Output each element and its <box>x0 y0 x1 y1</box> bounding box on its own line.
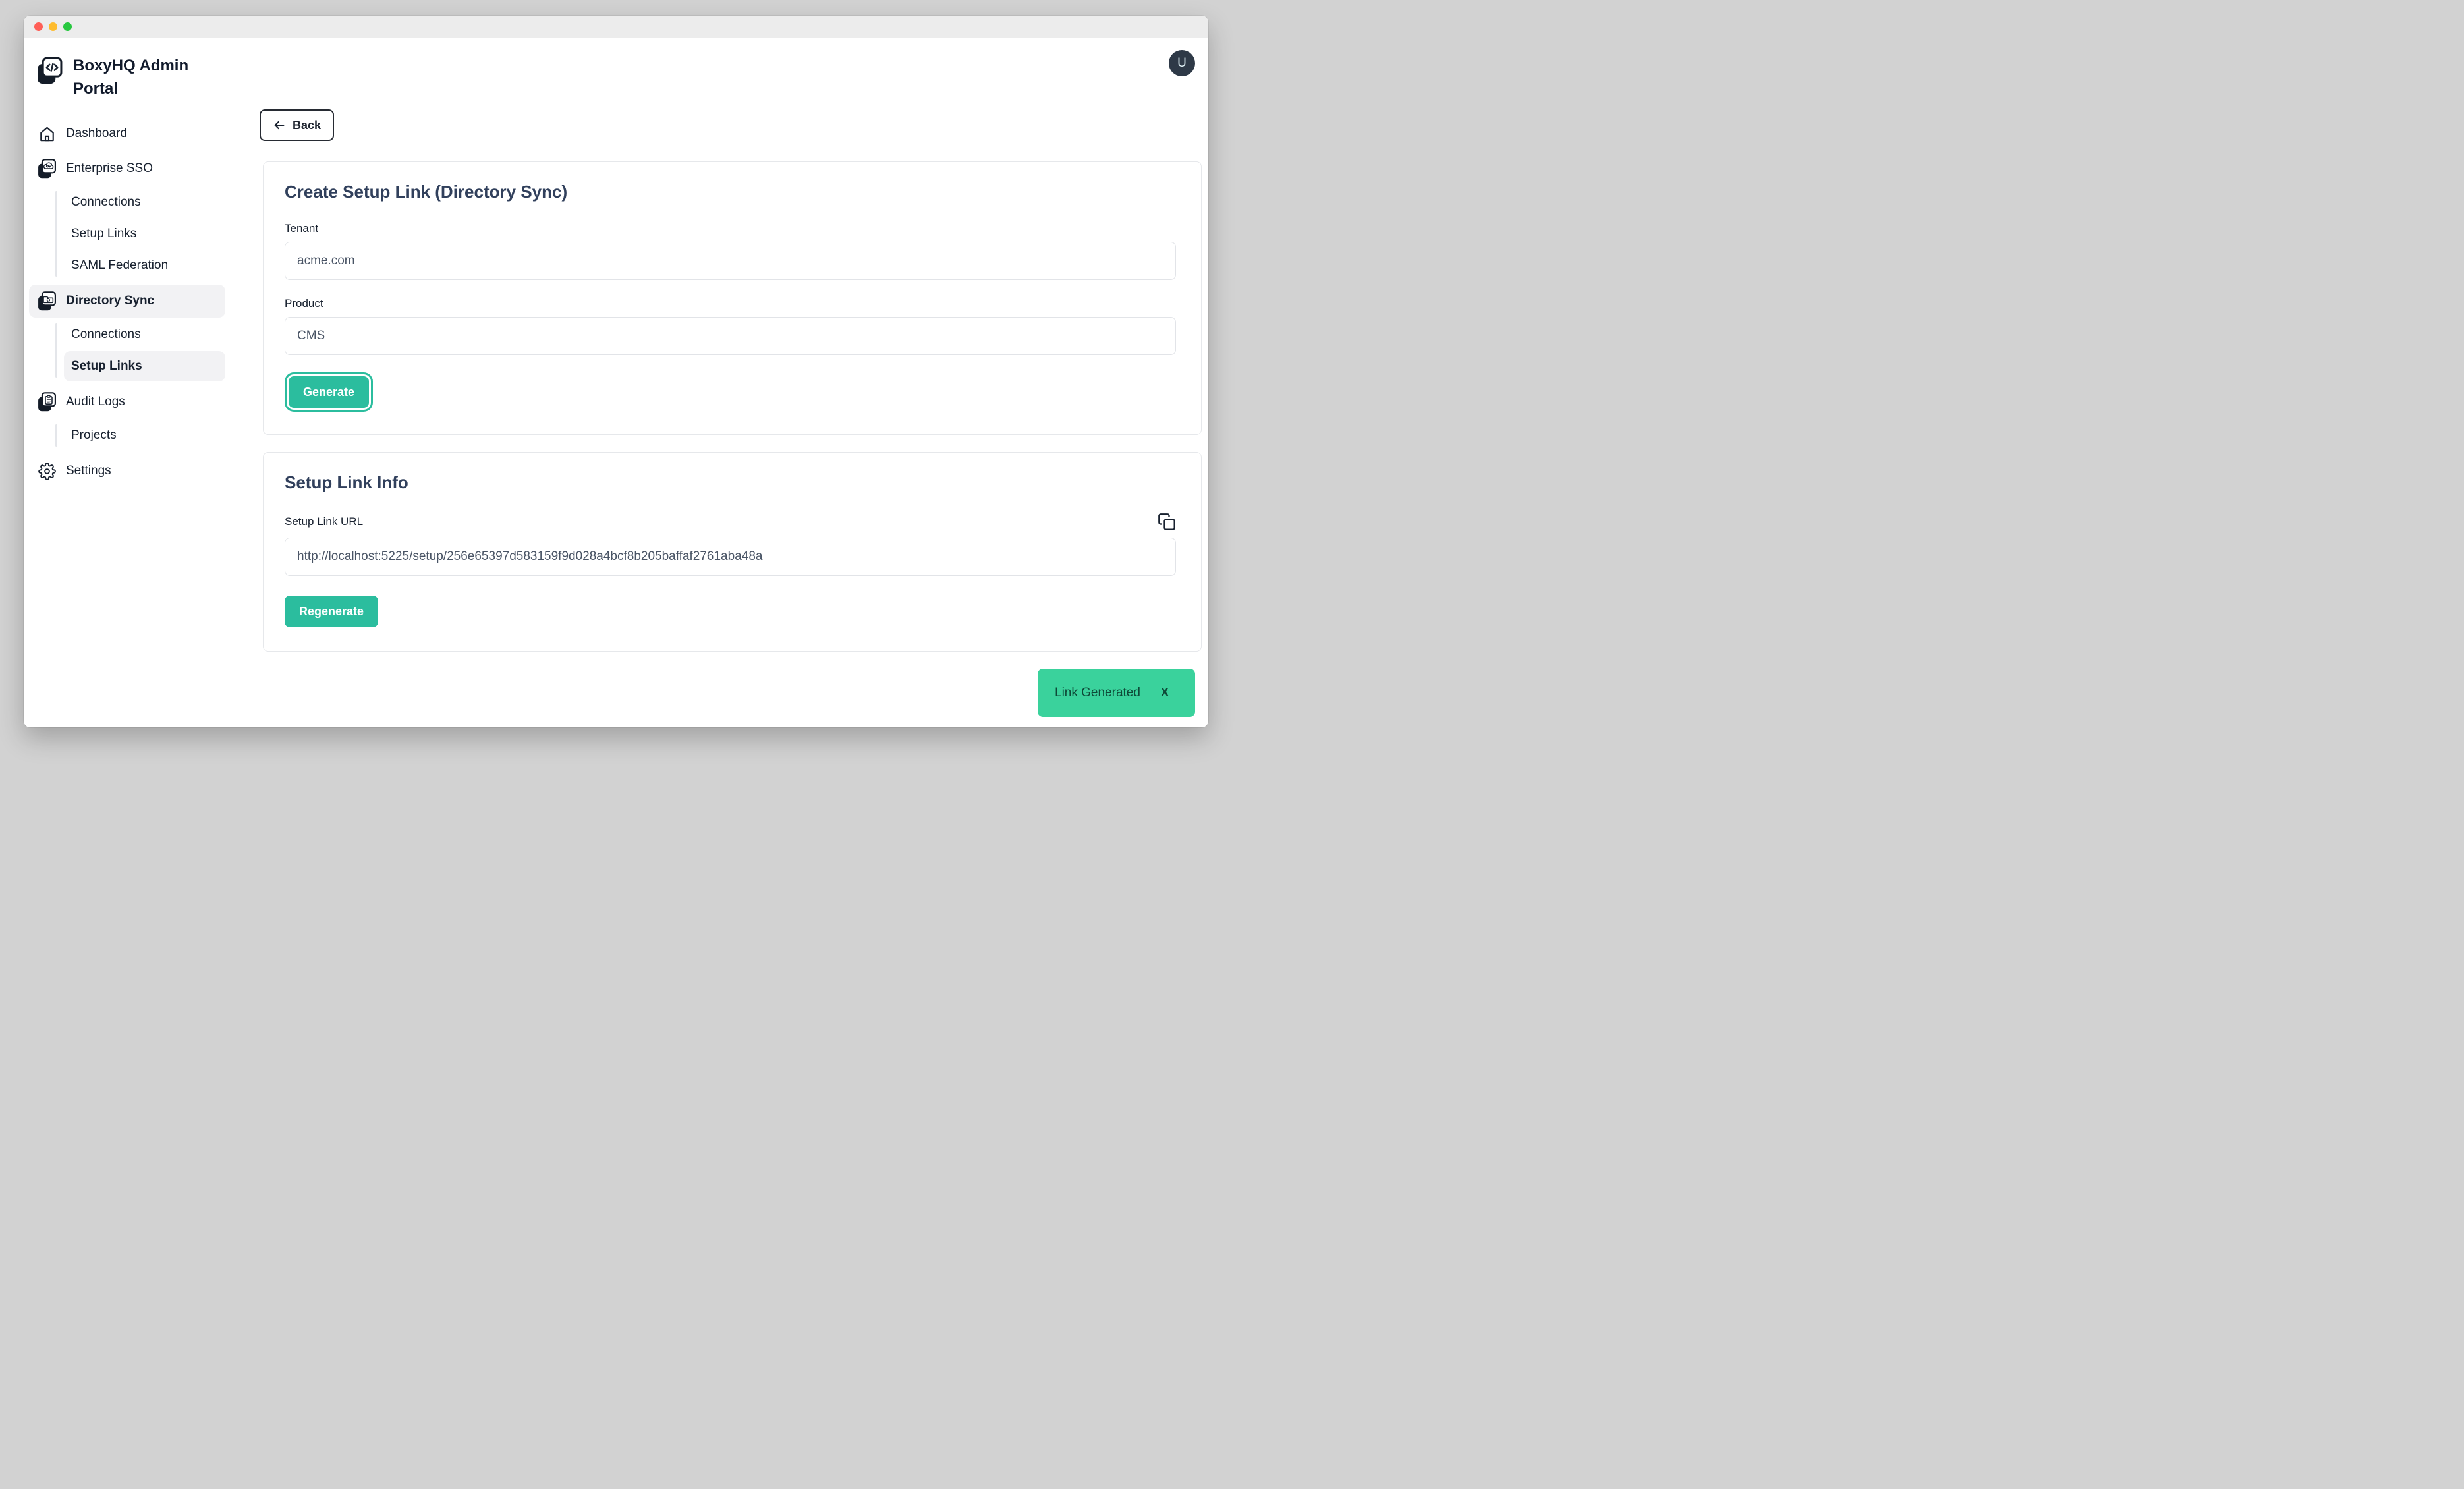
directory-sync-submenu: Connections Setup Links <box>24 320 225 381</box>
sidebar: BoxyHQ Admin Portal Dashboard <box>24 38 233 727</box>
audit-logs-submenu: Projects <box>24 420 225 451</box>
avatar-initial: U <box>1177 56 1187 70</box>
generate-button[interactable]: Generate <box>289 376 369 408</box>
sidebar-subitem-dsync-connections[interactable]: Connections <box>64 320 225 350</box>
app-body: BoxyHQ Admin Portal Dashboard <box>24 38 1208 727</box>
url-label-row: Setup Link URL <box>285 513 1176 531</box>
sidebar-subitem-saml-federation[interactable]: SAML Federation <box>64 250 225 281</box>
folder-sync-keycap-icon <box>37 291 57 312</box>
home-icon <box>37 125 57 143</box>
enterprise-sso-submenu: Connections Setup Links SAML Federation <box>24 187 225 281</box>
card-title: Create Setup Link (Directory Sync) <box>285 182 1176 202</box>
sidebar-item-settings[interactable]: Settings <box>29 455 225 488</box>
sidebar-subitem-label: Setup Links <box>71 227 136 241</box>
page-content: Back Create Setup Link (Directory Sync) … <box>233 88 1208 727</box>
sidebar-item-label: Audit Logs <box>66 395 125 409</box>
tenant-input[interactable] <box>285 242 1176 280</box>
product-input[interactable] <box>285 317 1176 355</box>
app-window: BoxyHQ Admin Portal Dashboard <box>24 16 1208 727</box>
sidebar-item-dashboard[interactable]: Dashboard <box>29 117 225 150</box>
sidebar-subitem-label: Projects <box>71 428 117 443</box>
brand: BoxyHQ Admin Portal <box>24 54 233 100</box>
sidebar-subitem-label: Setup Links <box>71 359 142 374</box>
back-button[interactable]: Back <box>260 109 334 141</box>
setup-link-url-label: Setup Link URL <box>285 515 363 528</box>
user-avatar[interactable]: U <box>1169 50 1195 76</box>
sidebar-item-label: Dashboard <box>66 126 127 141</box>
gear-icon <box>37 463 57 480</box>
sidebar-item-enterprise-sso[interactable]: Enterprise SSO <box>29 152 225 185</box>
toast-link-generated: Link Generated X <box>1038 669 1195 717</box>
sso-cloud-key-keycap-icon <box>37 158 57 180</box>
clipboard-keycap-icon <box>37 391 57 413</box>
sidebar-item-label: Directory Sync <box>66 294 154 308</box>
sidebar-item-directory-sync[interactable]: Directory Sync <box>29 285 225 318</box>
topbar: U <box>233 38 1208 88</box>
toast-close-button[interactable]: X <box>1161 686 1169 700</box>
window-close-button[interactable] <box>34 22 43 31</box>
sidebar-subitem-label: SAML Federation <box>71 258 168 273</box>
card-title: Setup Link Info <box>285 472 1176 493</box>
copy-url-button[interactable] <box>1158 513 1176 531</box>
window-titlebar <box>24 16 1208 38</box>
window-zoom-button[interactable] <box>63 22 72 31</box>
sidebar-subitem-projects[interactable]: Projects <box>64 420 225 451</box>
setup-link-url-input[interactable] <box>285 538 1176 576</box>
setup-link-info-card: Setup Link Info Setup Link URL <box>263 452 1202 652</box>
toast-message: Link Generated <box>1055 686 1140 700</box>
brand-title: BoxyHQ Admin Portal <box>73 54 219 100</box>
sidebar-subitem-label: Connections <box>71 327 141 342</box>
arrow-left-icon <box>273 119 286 132</box>
boxyhq-logo-icon <box>36 57 63 86</box>
tenant-label: Tenant <box>285 222 1176 235</box>
sidebar-nav: Dashboard Enterprise SSO <box>24 117 233 503</box>
desktop-background: BoxyHQ Admin Portal Dashboard <box>0 0 1232 744</box>
sidebar-subitem-dsync-setup-links[interactable]: Setup Links <box>64 351 225 381</box>
product-label: Product <box>285 297 1176 310</box>
regenerate-button[interactable]: Regenerate <box>285 596 378 627</box>
window-minimize-button[interactable] <box>49 22 57 31</box>
create-setup-link-card: Create Setup Link (Directory Sync) Tenan… <box>263 161 1202 435</box>
back-button-label: Back <box>293 119 321 132</box>
sidebar-subitem-sso-setup-links[interactable]: Setup Links <box>64 219 225 249</box>
sidebar-subitem-label: Connections <box>71 195 141 210</box>
copy-icon <box>1158 513 1176 531</box>
sidebar-subitem-sso-connections[interactable]: Connections <box>64 187 225 217</box>
sidebar-item-label: Settings <box>66 464 111 478</box>
sidebar-item-label: Enterprise SSO <box>66 161 153 176</box>
main-area: U Back Create Setup Link (Directory Sync… <box>233 38 1208 727</box>
sidebar-item-audit-logs[interactable]: Audit Logs <box>29 385 225 418</box>
